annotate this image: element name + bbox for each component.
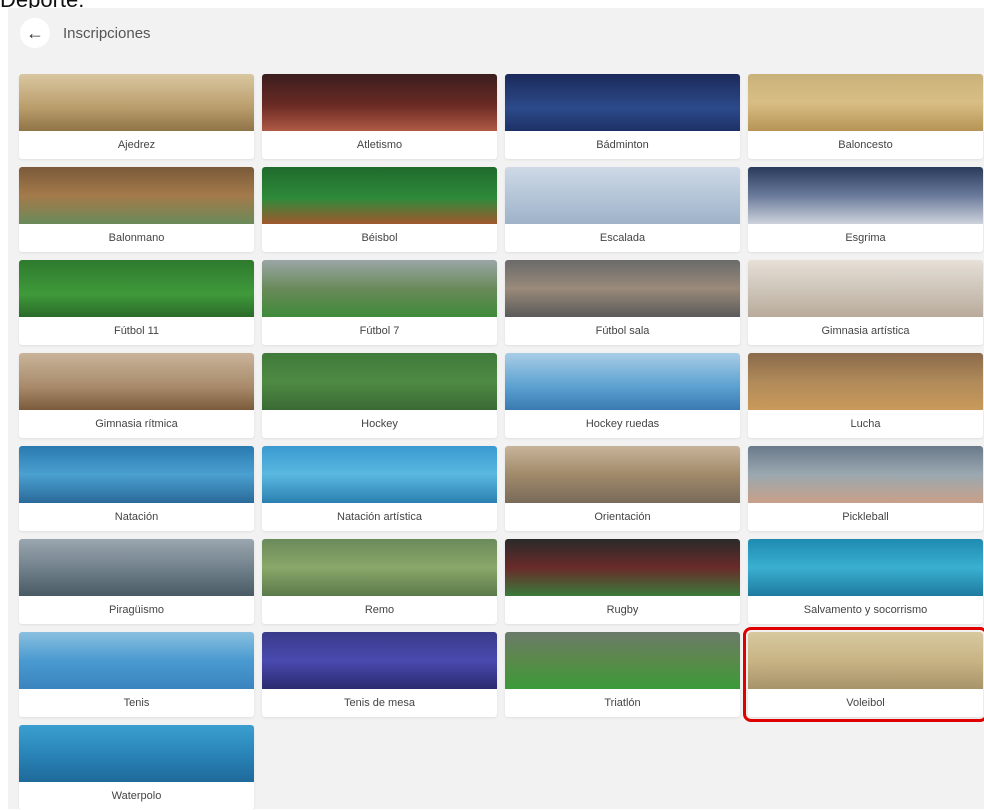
sport-label: Triatlón [604,697,641,709]
sport-card[interactable]: Pickleball [748,446,983,531]
sport-card[interactable]: Hockey [262,353,497,438]
sport-image [748,167,983,224]
sport-label: Piragüismo [108,604,165,616]
sport-image [748,539,983,596]
sport-label: Tenis [123,697,150,709]
sport-card[interactable]: Escalada [505,167,740,252]
sport-label: Atletismo [356,139,403,151]
sport-label: Bádminton [596,139,649,151]
page-title: Inscripciones [63,24,151,42]
sport-image [748,632,983,689]
sport-label: Salvamento y socorrismo [803,604,928,616]
sport-image [19,632,254,689]
sport-label: Fútbol 7 [359,325,400,337]
sport-card[interactable]: Rugby [505,539,740,624]
sport-card[interactable]: Natación [19,446,254,531]
sport-card[interactable]: Piragüismo [19,539,254,624]
sport-image [505,632,740,689]
sport-card[interactable]: Voleibol [743,627,984,722]
sport-image [19,539,254,596]
sport-card[interactable]: Ajedrez [19,74,254,159]
sport-card[interactable]: Bádminton [505,74,740,159]
sport-card[interactable]: Fútbol 11 [19,260,254,345]
sport-image [505,260,740,317]
sport-image [262,74,497,131]
sport-label: Remo [364,604,395,616]
sport-label: Gimnasia artística [821,325,910,337]
sport-image [748,446,983,503]
sport-label: Esgrima [845,232,886,244]
sport-label: Rugby [606,604,639,616]
sport-label: Orientación [594,511,651,523]
sport-card[interactable]: Lucha [748,353,983,438]
sport-card[interactable]: Triatlón [505,632,740,717]
sport-image [505,539,740,596]
sport-card[interactable]: Esgrima [748,167,983,252]
sport-label: Balonmano [108,232,165,244]
sport-label: Lucha [850,418,881,430]
sport-label: Fútbol sala [595,325,650,337]
sport-label: Ajedrez [117,139,156,151]
sport-image [19,725,254,782]
sport-image [262,446,497,503]
sport-image [262,353,497,410]
sport-image [19,74,254,131]
sport-card[interactable]: Tenis de mesa [262,632,497,717]
sport-label: Tenis de mesa [344,697,415,709]
sport-image [262,260,497,317]
sport-label: Baloncesto [838,139,893,151]
sport-card[interactable]: Hockey ruedas [505,353,740,438]
header: ← Inscripciones [20,18,151,48]
sport-image [19,167,254,224]
sport-card[interactable]: Baloncesto [748,74,983,159]
sport-image [748,260,983,317]
sport-image [19,260,254,317]
sport-label: Pickleball [842,511,889,523]
sport-label: Fútbol 11 [113,325,160,337]
sport-card[interactable]: Salvamento y socorrismo [748,539,983,624]
sport-image [748,353,983,410]
sport-label: Hockey ruedas [585,418,660,430]
sport-image [262,632,497,689]
sport-card[interactable]: Gimnasia artística [748,260,983,345]
sport-card[interactable]: Orientación [505,446,740,531]
sport-image [19,353,254,410]
sport-card[interactable]: Atletismo [262,74,497,159]
sport-card[interactable]: Balonmano [19,167,254,252]
sport-label: Voleibol [846,697,885,709]
arrow-left-icon: ← [26,22,44,43]
sport-image [262,539,497,596]
sport-card[interactable]: Remo [262,539,497,624]
main-panel: ← Inscripciones Ajedrez Atletismo Bádminto… [8,8,984,810]
sport-card[interactable]: Fútbol sala [505,260,740,345]
sport-label: Hockey [361,418,398,430]
back-button[interactable]: ← [20,18,50,48]
sport-card[interactable]: Béisbol [262,167,497,252]
sport-card[interactable]: Gimnasia rítmica [19,353,254,438]
sport-card[interactable]: Waterpolo [19,725,254,810]
sport-image [19,446,254,503]
sport-image [505,446,740,503]
sport-image [505,167,740,224]
sport-label: Béisbol [361,232,398,244]
sport-image [505,74,740,131]
sport-card[interactable]: Fútbol 7 [262,260,497,345]
sport-label: Natación artística [337,511,422,523]
sports-grid: Ajedrez Atletismo Bádminton Baloncesto Balon… [19,74,984,810]
sport-label: Waterpolo [111,790,162,802]
sport-card[interactable]: Natación artística [262,446,497,531]
sport-image [748,74,983,131]
sport-card[interactable]: Tenis [19,632,254,717]
sport-image [505,353,740,410]
sport-label: Natación [114,511,159,523]
sport-label: Escalada [599,232,646,244]
sport-image [262,167,497,224]
sport-label: Gimnasia rítmica [95,418,178,430]
